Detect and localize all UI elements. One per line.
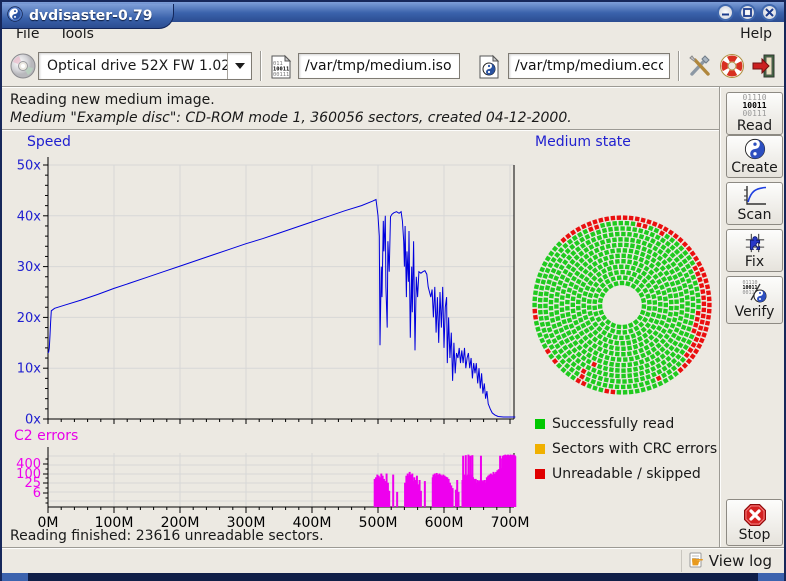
app-window: dvdisaster-0.79 File Tools Help — [0, 0, 786, 581]
drive-select-value: Optical drive 52X FW 1.02 — [39, 58, 227, 74]
menu-help[interactable]: Help — [728, 24, 784, 44]
ecc-file-icon — [476, 54, 504, 82]
legend-green-swatch — [535, 419, 545, 429]
speed-curve-icon — [743, 185, 767, 207]
legend-item-success: Successfully read — [535, 416, 674, 432]
close-button[interactable] — [761, 4, 778, 21]
toolbar-separator — [260, 51, 262, 81]
maximize-button[interactable] — [739, 4, 756, 21]
svg-text:0x: 0x — [25, 413, 41, 428]
cd-disc-icon — [9, 52, 37, 80]
fix-button[interactable]: Fix — [726, 229, 783, 272]
svg-text:10x: 10x — [17, 362, 42, 377]
status-line1: Reading new medium image. — [10, 92, 215, 108]
svg-text:30x: 30x — [17, 260, 42, 275]
help-lifebuoy-icon[interactable] — [718, 52, 746, 80]
window-border-bottom — [0, 573, 786, 581]
binary-lines-icon: 011101001100111 — [742, 94, 766, 118]
view-log-button[interactable]: ☛ View log — [681, 550, 776, 572]
resize-grip-left[interactable] — [0, 573, 28, 581]
puzzle-piece-icon — [743, 232, 767, 254]
iso-file-icon: 011 10011 00111 — [268, 54, 296, 82]
svg-text:20x: 20x — [17, 311, 42, 326]
legend-label: Unreadable / skipped — [552, 466, 701, 482]
scan-button[interactable]: Scan — [726, 182, 783, 225]
svg-text:600M: 600M — [425, 515, 464, 531]
chevron-down-icon — [235, 63, 245, 69]
iso-path-input[interactable] — [298, 53, 460, 79]
view-log-label: View log — [709, 552, 772, 570]
stop-octagon-icon — [743, 503, 767, 527]
pointing-hand-document-icon: ☛ — [688, 552, 706, 570]
quit-exit-door-icon[interactable] — [750, 52, 778, 80]
read-button-label: Read — [737, 118, 772, 134]
stop-button[interactable]: Stop — [726, 499, 783, 546]
binary-check-icon: 011101001100111 — [742, 280, 768, 304]
verify-button[interactable]: 011101001100111 Verify — [726, 276, 783, 324]
status-line2: Medium "Example disc": CD-ROM mode 1, 36… — [10, 110, 572, 126]
app-yinyang-icon — [7, 6, 23, 26]
action-sidebar: 011101001100111 Read Create — [719, 86, 784, 547]
legend-orange-swatch — [535, 444, 545, 454]
svg-text:700M: 700M — [491, 515, 530, 531]
preferences-tools-icon[interactable] — [686, 52, 714, 80]
toolbar-separator — [678, 51, 680, 81]
stop-button-label: Stop — [739, 527, 771, 543]
titlebar[interactable]: dvdisaster-0.79 — [0, 0, 786, 22]
scan-button-label: Scan — [737, 207, 771, 223]
svg-text:500M: 500M — [359, 515, 398, 531]
svg-text:6: 6 — [33, 486, 41, 501]
legend-label: Sectors with CRC errors — [552, 441, 717, 457]
minimize-button[interactable] — [717, 4, 734, 21]
toolbar: Optical drive 52X FW 1.02 011 10011 0011… — [2, 46, 784, 86]
legend-item-unreadable: Unreadable / skipped — [535, 466, 701, 482]
ecc-path-input[interactable] — [508, 53, 670, 79]
svg-text:00111: 00111 — [273, 72, 289, 78]
svg-text:50x: 50x — [17, 159, 42, 174]
drive-select-arrow[interactable] — [227, 53, 251, 79]
main-content: Reading new medium image. Medium "Exampl… — [2, 86, 719, 547]
window-border-left — [0, 0, 2, 581]
legend-red-swatch — [535, 469, 545, 479]
drive-select[interactable]: Optical drive 52X FW 1.02 — [38, 52, 252, 80]
create-button[interactable]: Create — [726, 135, 783, 178]
resize-grip-right[interactable] — [758, 573, 786, 581]
legend-item-crc: Sectors with CRC errors — [535, 441, 717, 457]
verify-button-label: Verify — [735, 304, 775, 320]
yin-yang-icon — [744, 138, 766, 160]
create-button-label: Create — [731, 160, 778, 176]
legend-label: Successfully read — [552, 416, 674, 432]
title-tab: dvdisaster-0.79 — [2, 4, 174, 29]
window-title: dvdisaster-0.79 — [29, 8, 153, 24]
svg-text:40x: 40x — [17, 209, 42, 224]
read-button[interactable]: 011101001100111 Read — [726, 92, 783, 135]
statusbar: ☛ View log — [2, 547, 784, 573]
fix-button-label: Fix — [745, 254, 764, 270]
footer-status-text: Reading finished: 23616 unreadable secto… — [10, 528, 324, 544]
